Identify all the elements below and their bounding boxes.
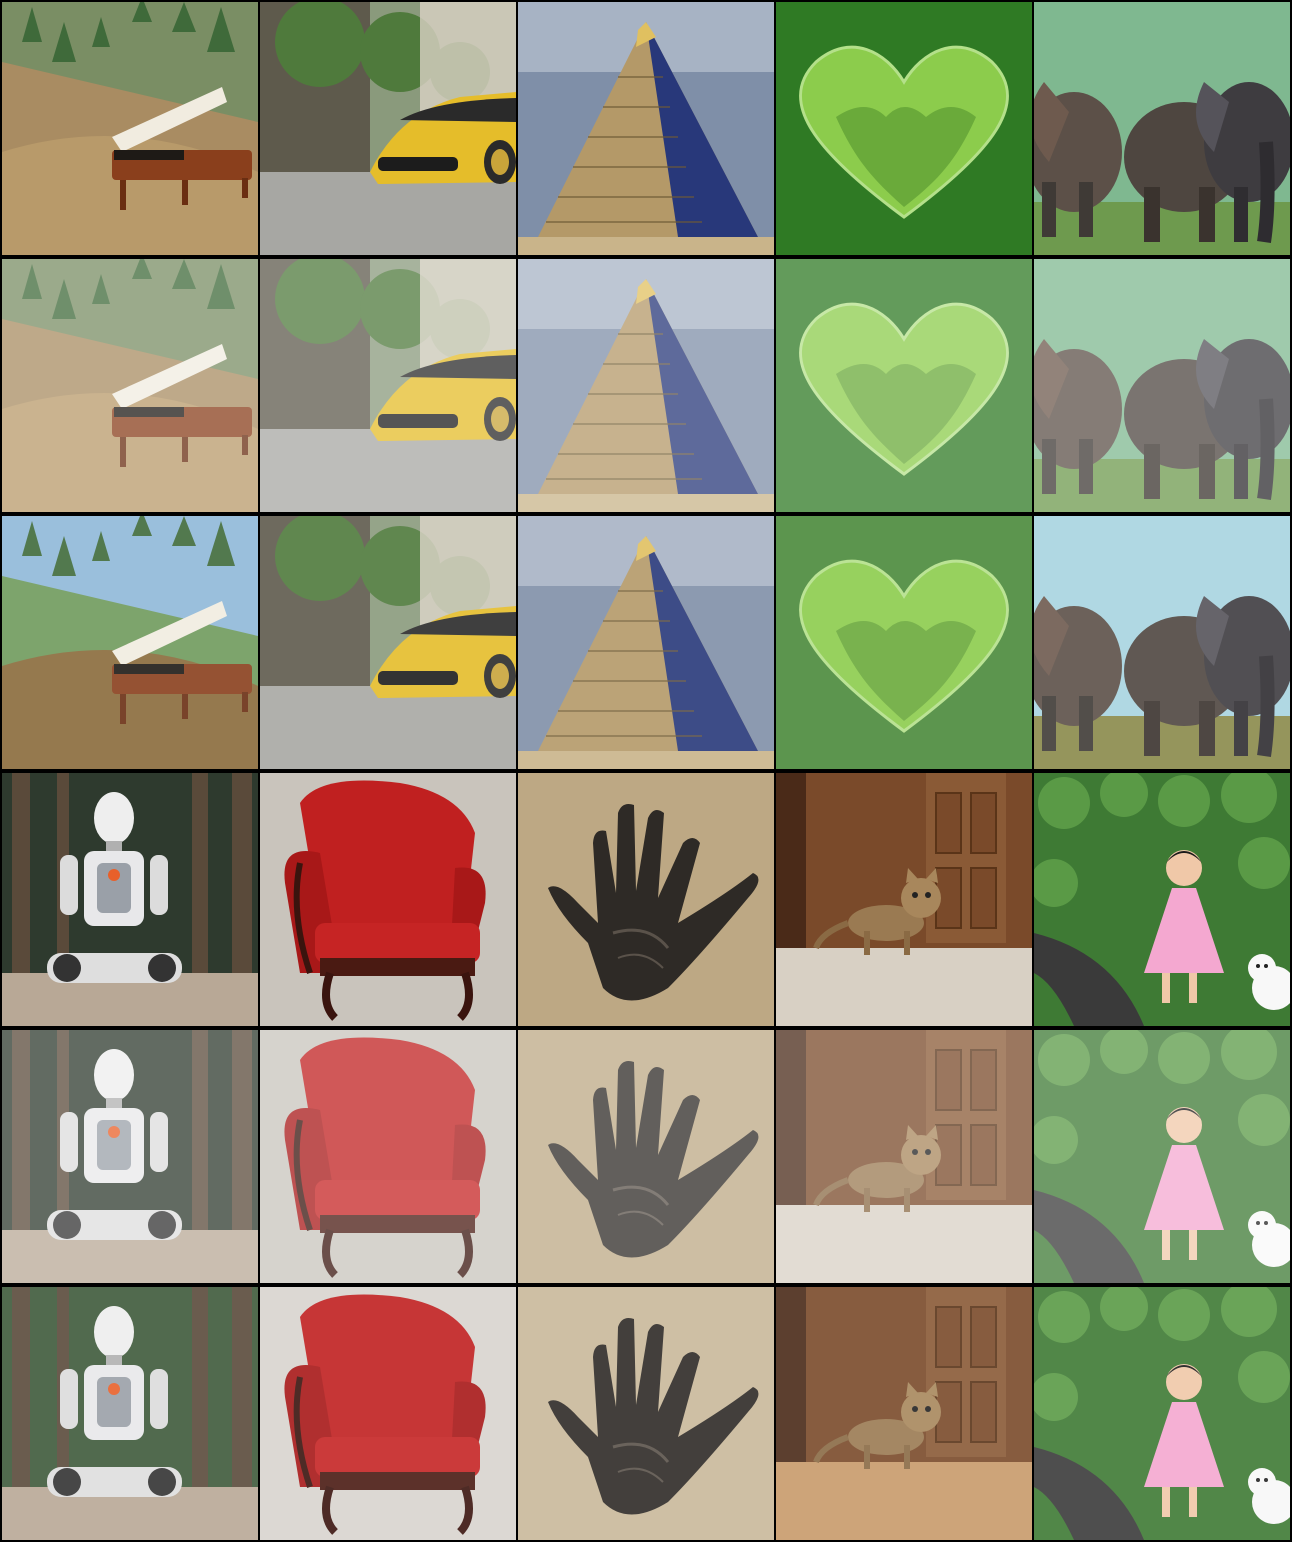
hand-image-3 [518,1287,774,1540]
pyramid-image-1 [518,2,774,255]
elephants-image-3 [1034,516,1290,769]
pyramid-image-3 [518,516,774,769]
red-armchair-image-2 [260,1030,516,1283]
image-grid [0,0,1292,1542]
pyramid-image-2 [518,259,774,512]
red-armchair-image-1 [260,773,516,1026]
hand-image-1 [518,773,774,1026]
yellow-car-image-2 [260,259,516,512]
robot-image-1 [2,773,258,1026]
grand-piano-image-1 [2,2,258,255]
tabby-cat-image-1 [776,773,1032,1026]
toddler-and-dog-image-1 [1034,773,1290,1026]
red-armchair-image-3 [260,1287,516,1540]
grand-piano-image-2 [2,259,258,512]
heart-image-3 [776,516,1032,769]
elephants-image-2 [1034,259,1290,512]
yellow-car-image-3 [260,516,516,769]
grand-piano-image-3 [2,516,258,769]
toddler-and-dog-image-2 [1034,1030,1290,1283]
tabby-cat-image-2 [776,1030,1032,1283]
hand-image-2 [518,1030,774,1283]
elephants-image-1 [1034,2,1290,255]
tabby-cat-image-3 [776,1287,1032,1540]
toddler-and-dog-image-3 [1034,1287,1290,1540]
heart-image-1 [776,2,1032,255]
robot-image-3 [2,1287,258,1540]
heart-image-2 [776,259,1032,512]
robot-image-2 [2,1030,258,1283]
yellow-car-image-1 [260,2,516,255]
